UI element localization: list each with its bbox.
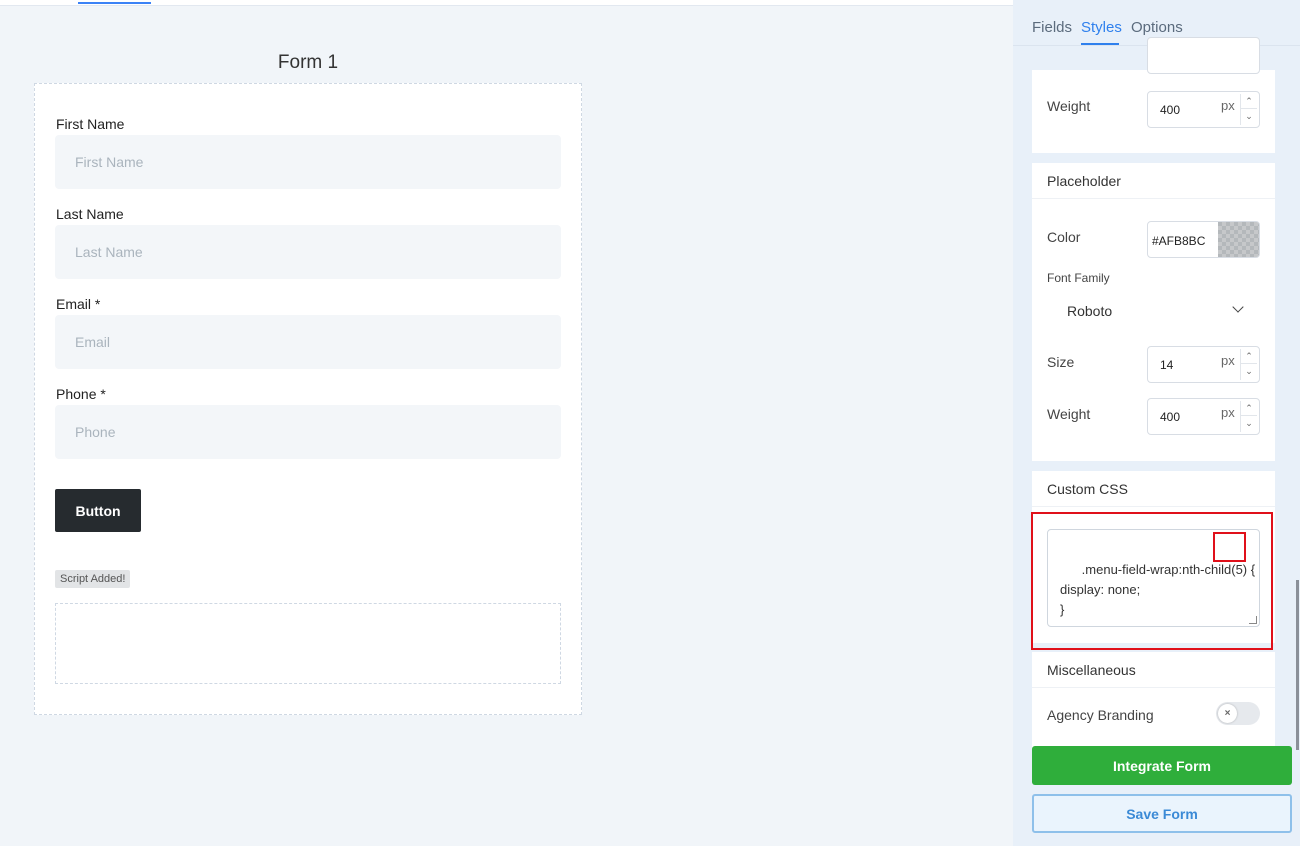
chevron-down-icon[interactable]: ⌄ xyxy=(1241,109,1257,124)
integrate-form-button[interactable]: Integrate Form xyxy=(1032,746,1292,785)
top-tab-indicator xyxy=(78,2,151,4)
agency-branding-toggle[interactable]: × xyxy=(1216,702,1260,725)
script-block[interactable] xyxy=(55,603,561,684)
chevron-down-icon[interactable]: ⌄ xyxy=(1241,416,1257,431)
tab-fields[interactable]: Fields xyxy=(1032,19,1072,36)
styles-panel: Fields Styles Options Weight 400 px ⌃ ⌄ … xyxy=(1013,0,1300,846)
form-title: Form 1 xyxy=(277,52,339,73)
placeholder-size-input[interactable]: 14 px ⌃ ⌄ xyxy=(1147,346,1260,383)
miscellaneous-section: Miscellaneous Agency Branding × xyxy=(1032,652,1275,752)
label-weight-input[interactable]: 400 px ⌃ ⌄ xyxy=(1147,91,1260,128)
label-style-section: Weight 400 px ⌃ ⌄ xyxy=(1032,37,1275,153)
font-family-select[interactable]: Roboto xyxy=(1047,293,1260,329)
chevron-down-icon[interactable]: ⌄ xyxy=(1241,364,1257,379)
tab-options[interactable]: Options xyxy=(1131,19,1183,36)
placeholder-weight-unit: px xyxy=(1221,405,1235,420)
agency-branding-label: Agency Branding xyxy=(1047,707,1154,723)
form-canvas: First Name First Name Last Name Last Nam… xyxy=(34,83,582,715)
last-name-label: Last Name xyxy=(56,206,124,222)
label-weight-value: 400 xyxy=(1160,103,1181,117)
placeholder-weight-value: 400 xyxy=(1160,410,1181,424)
miscellaneous-header: Miscellaneous xyxy=(1032,652,1275,688)
highlight-box-nth-child xyxy=(1213,532,1246,562)
custom-css-header: Custom CSS xyxy=(1032,471,1275,507)
first-name-label: First Name xyxy=(56,116,125,132)
color-swatch[interactable] xyxy=(1218,222,1259,257)
placeholder-weight-stepper[interactable]: ⌃ ⌄ xyxy=(1240,401,1257,432)
save-form-button[interactable]: Save Form xyxy=(1032,794,1292,833)
label-weight-unit: px xyxy=(1221,98,1235,113)
chevron-up-icon[interactable]: ⌃ xyxy=(1241,349,1257,364)
placeholder-color-input[interactable]: #AFB8BC xyxy=(1147,221,1260,258)
placeholder-size-stepper[interactable]: ⌃ ⌄ xyxy=(1240,349,1257,380)
form-submit-button[interactable]: Button xyxy=(55,489,141,532)
label-size-input-partial[interactable] xyxy=(1147,37,1260,74)
placeholder-color-hex: #AFB8BC xyxy=(1152,234,1206,248)
placeholder-color-label: Color xyxy=(1047,229,1081,245)
placeholder-size-value: 14 xyxy=(1160,358,1174,372)
active-tab-indicator xyxy=(1081,43,1119,45)
email-label: Email * xyxy=(56,296,101,312)
chevron-down-icon xyxy=(1232,301,1244,313)
placeholder-weight-input[interactable]: 400 px ⌃ ⌄ xyxy=(1147,398,1260,435)
panel-scrollbar[interactable] xyxy=(1296,580,1299,750)
phone-label: Phone * xyxy=(56,386,106,402)
tab-styles[interactable]: Styles xyxy=(1081,19,1122,36)
phone-input[interactable]: Phone xyxy=(55,405,561,459)
placeholder-size-label: Size xyxy=(1047,354,1075,370)
font-family-value: Roboto xyxy=(1067,303,1113,319)
placeholder-section: Placeholder Color #AFB8BC Font Family Ro… xyxy=(1032,163,1275,461)
placeholder-weight-label: Weight xyxy=(1047,406,1091,422)
last-name-input[interactable]: Last Name xyxy=(55,225,561,279)
label-weight-label: Weight xyxy=(1047,98,1091,114)
chevron-up-icon[interactable]: ⌃ xyxy=(1241,401,1257,416)
top-bar xyxy=(0,0,1013,6)
first-name-input[interactable]: First Name xyxy=(55,135,561,189)
chevron-up-icon[interactable]: ⌃ xyxy=(1241,94,1257,109)
placeholder-section-header: Placeholder xyxy=(1032,163,1275,199)
email-input[interactable]: Email xyxy=(55,315,561,369)
label-weight-stepper[interactable]: ⌃ ⌄ xyxy=(1240,94,1257,125)
close-icon: × xyxy=(1218,704,1237,723)
font-family-label: Font Family xyxy=(1047,271,1110,285)
script-added-badge: Script Added! xyxy=(55,570,131,588)
placeholder-size-unit: px xyxy=(1221,353,1235,368)
